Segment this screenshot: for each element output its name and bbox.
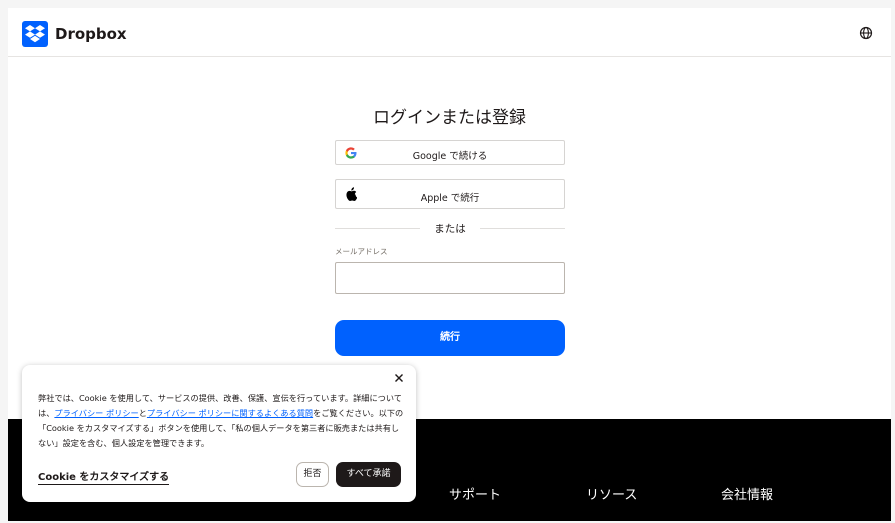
dropbox-logo-icon[interactable]: [22, 21, 48, 47]
or-divider: または: [335, 220, 565, 236]
cookie-banner: 弊社では、Cookie を使用して、サービスの提供、改善、保護、宣伝を行っていま…: [22, 365, 416, 502]
footer-link-support[interactable]: サポート: [449, 484, 501, 503]
cookie-message: 弊社では、Cookie を使用して、サービスの提供、改善、保護、宣伝を行っていま…: [38, 391, 404, 451]
email-field[interactable]: [335, 262, 565, 294]
brand-name[interactable]: Dropbox: [55, 21, 127, 47]
privacy-faq-link[interactable]: プライバシー ポリシーに関するよくある質問: [147, 408, 313, 418]
close-icon[interactable]: [394, 373, 404, 383]
google-login-button[interactable]: Google で続ける: [335, 140, 565, 165]
footer-link-company[interactable]: 会社情報: [721, 484, 773, 503]
globe-icon[interactable]: [859, 25, 873, 40]
accept-all-button[interactable]: すべて承諾: [336, 462, 401, 487]
google-login-label: Google で続ける: [412, 151, 488, 162]
email-label: メールアドレス: [335, 247, 388, 256]
continue-button[interactable]: 続行: [335, 320, 565, 356]
apple-login-label: Apple で続行: [420, 193, 480, 204]
page-frame: Dropbox ログインまたは登録 Google で続ける Apple で続行 …: [8, 8, 891, 521]
footer-link-resources[interactable]: リソース: [586, 484, 637, 503]
reject-button[interactable]: 拒否: [296, 462, 329, 487]
customize-cookies-button[interactable]: Cookie をカスタマイズする: [38, 468, 170, 485]
divider-line-right: [480, 228, 565, 229]
privacy-policy-link[interactable]: プライバシー ポリシー: [54, 408, 138, 418]
header: Dropbox: [8, 8, 891, 57]
cookie-text-and: と: [138, 408, 147, 418]
apple-login-button[interactable]: Apple で続行: [335, 179, 565, 209]
page-title: ログインまたは登録: [373, 108, 526, 128]
